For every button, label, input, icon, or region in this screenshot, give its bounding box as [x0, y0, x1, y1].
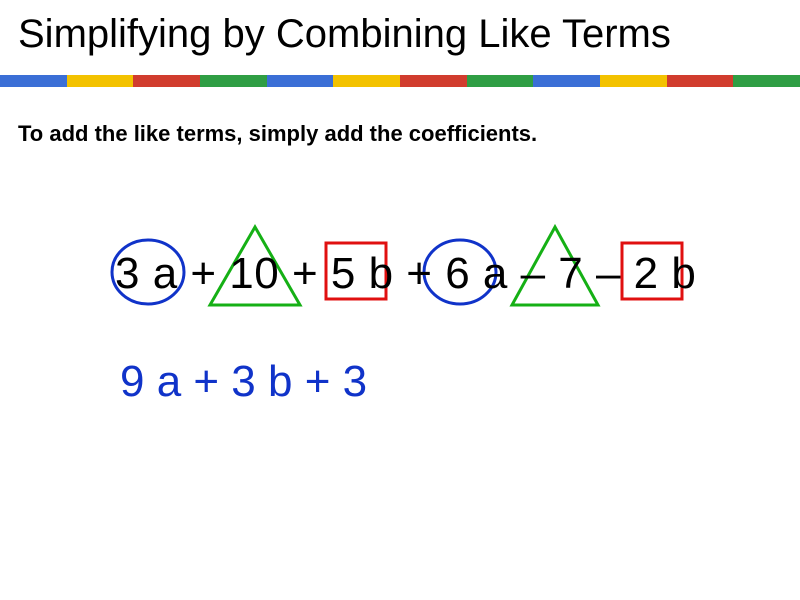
decorative-stripe	[0, 75, 800, 87]
simplified-answer: 9 a + 3 b + 3	[0, 357, 800, 407]
slide-subtitle: To add the like terms, simply add the co…	[0, 87, 800, 147]
expression-text: 3 a + 10 + 5 b + 6 a – 7 – 2 b	[115, 249, 696, 299]
expression-area: 3 a + 10 + 5 b + 6 a – 7 – 2 b	[0, 217, 800, 337]
slide-title: Simplifying by Combining Like Terms	[0, 0, 800, 75]
